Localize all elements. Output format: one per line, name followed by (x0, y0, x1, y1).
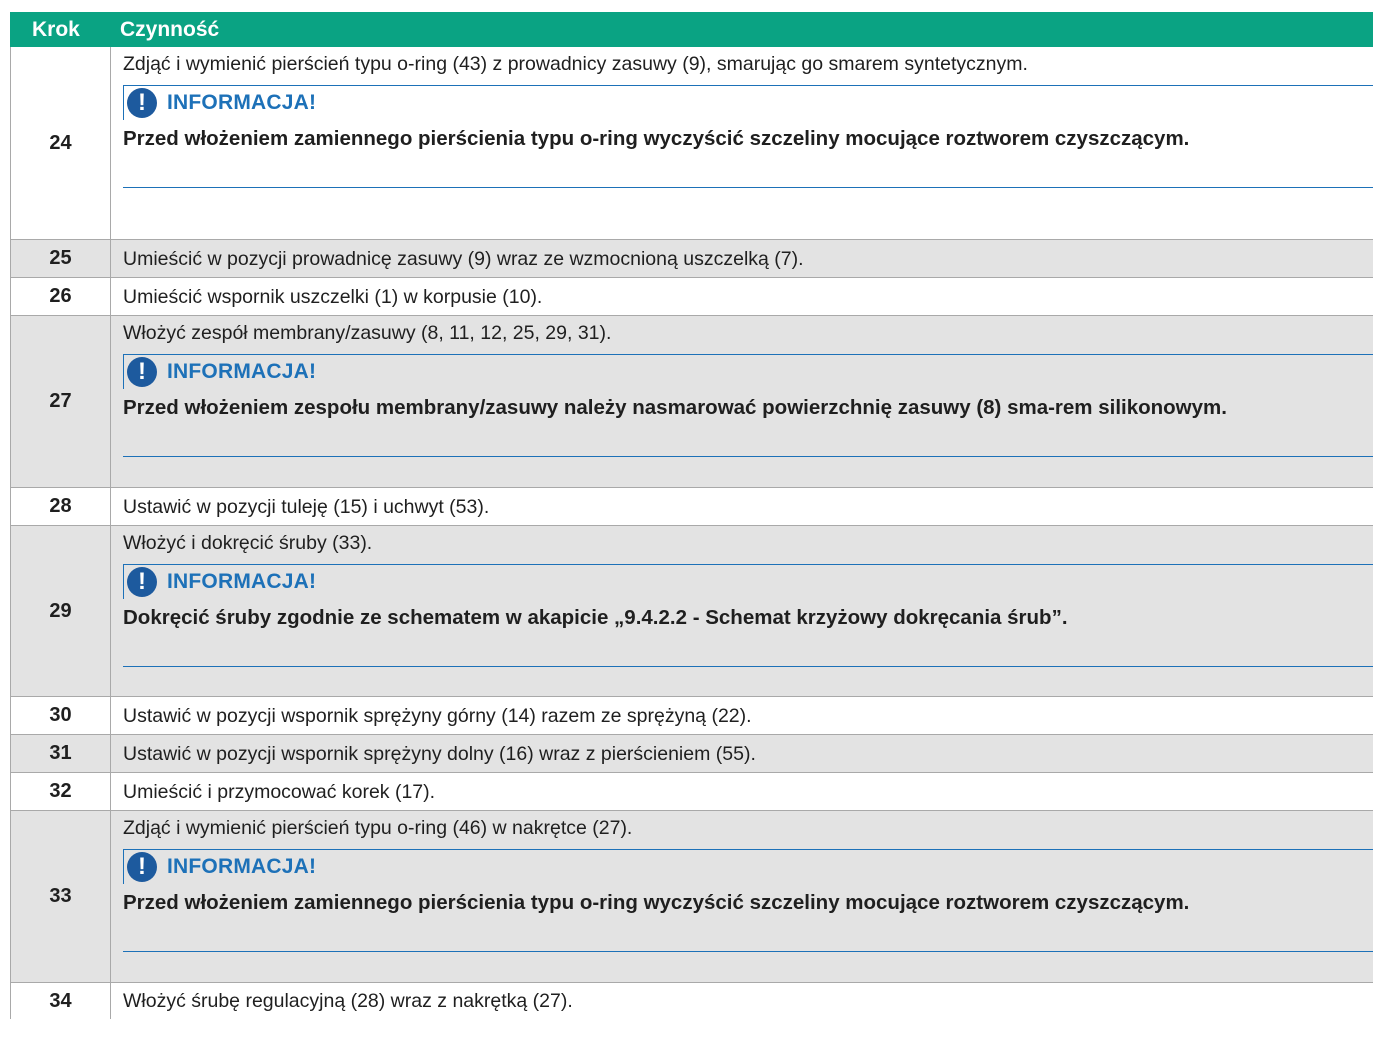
table-row: 34 Włożyć śrubę regulacyjną (28) wraz z … (10, 983, 1373, 1019)
action-text: Włożyć śrubę regulacyjną (28) wraz z nak… (123, 990, 573, 1012)
step-number: 33 (10, 811, 111, 982)
info-note-text: Dokręcić śruby zgodnie ze schematem w ak… (123, 599, 1373, 667)
info-note-header: ! INFORMACJA! (123, 564, 1373, 599)
info-note-header: ! INFORMACJA! (123, 354, 1373, 389)
exclamation-icon: ! (127, 357, 157, 387)
action-text: Umieścić w pozycji prowadnicę zasuwy (9)… (123, 247, 804, 270)
info-note-title: INFORMACJA! (167, 360, 317, 383)
action-cell: Włożyć zespół membrany/zasuwy (8, 11, 12… (111, 316, 1373, 487)
table-row: 33 Zdjąć i wymienić pierścień typu o-rin… (10, 811, 1373, 983)
exclamation-icon: ! (127, 88, 157, 118)
header-action: Czynność (120, 17, 220, 41)
table-row: 26 Umieścić wspornik uszczelki (1) w kor… (10, 278, 1373, 316)
action-text: Włożyć zespół membrany/zasuwy (8, 11, 12… (123, 322, 612, 344)
action-text: Umieścić wspornik uszczelki (1) w korpus… (123, 285, 543, 308)
info-note-text: Przed włożeniem zespołu membrany/zasuwy … (123, 389, 1373, 457)
table-row: 32 Umieścić i przymocować korek (17). (10, 773, 1373, 811)
action-cell: Włożyć i dokręcić śruby (33). ! INFORMAC… (111, 526, 1373, 696)
table-row: 31 Ustawić w pozycji wspornik sprężyny d… (10, 735, 1373, 773)
exclamation-icon: ! (127, 567, 157, 597)
action-text: Ustawić w pozycji wspornik sprężyny doln… (123, 742, 756, 765)
info-note-header: ! INFORMACJA! (123, 85, 1373, 120)
action-cell: Zdjąć i wymienić pierścień typu o-ring (… (111, 47, 1373, 239)
header-step: Krok (32, 17, 80, 41)
step-number: 25 (10, 240, 111, 277)
step-number: 32 (10, 773, 111, 810)
step-number: 27 (10, 316, 111, 487)
table-row: 24 Zdjąć i wymienić pierścień typu o-rin… (10, 47, 1373, 240)
info-note-title: INFORMACJA! (167, 91, 317, 114)
table-header: Krok Czynność (10, 12, 1373, 47)
action-text: Zdjąć i wymienić pierścień typu o-ring (… (123, 817, 633, 839)
table-row: 28 Ustawić w pozycji tuleję (15) i uchwy… (10, 488, 1373, 526)
exclamation-icon: ! (127, 852, 157, 882)
step-number: 29 (10, 526, 111, 696)
info-note-header: ! INFORMACJA! (123, 849, 1373, 884)
action-text: Zdjąć i wymienić pierścień typu o-ring (… (123, 53, 1028, 75)
info-note-title: INFORMACJA! (167, 855, 317, 878)
table-row: 27 Włożyć zespół membrany/zasuwy (8, 11,… (10, 316, 1373, 488)
step-number: 24 (10, 47, 111, 239)
action-text: Ustawić w pozycji tuleję (15) i uchwyt (… (123, 495, 490, 518)
action-cell: Ustawić w pozycji tuleję (15) i uchwyt (… (111, 488, 1373, 525)
table-row: 25 Umieścić w pozycji prowadnicę zasuwy … (10, 240, 1373, 278)
table-row: 29 Włożyć i dokręcić śruby (33). ! INFOR… (10, 526, 1373, 697)
action-cell: Zdjąć i wymienić pierścień typu o-ring (… (111, 811, 1373, 982)
action-cell: Ustawić w pozycji wspornik sprężyny doln… (111, 735, 1373, 772)
steps-table: Krok Czynność 24 Zdjąć i wymienić pierśc… (10, 12, 1373, 1019)
info-note-text: Przed włożeniem zamiennego pierścienia t… (123, 120, 1373, 188)
action-cell: Umieścić i przymocować korek (17). (111, 773, 1373, 810)
table-row: 30 Ustawić w pozycji wspornik sprężyny g… (10, 697, 1373, 735)
info-note-text: Przed włożeniem zamiennego pierścienia t… (123, 884, 1373, 952)
info-note-title: INFORMACJA! (167, 570, 317, 593)
action-text: Umieścić i przymocować korek (17). (123, 780, 436, 803)
step-number: 31 (10, 735, 111, 772)
action-cell: Ustawić w pozycji wspornik sprężyny górn… (111, 697, 1373, 734)
action-text: Ustawić w pozycji wspornik sprężyny górn… (123, 704, 752, 727)
action-cell: Umieścić wspornik uszczelki (1) w korpus… (111, 278, 1373, 315)
step-number: 30 (10, 697, 111, 734)
action-cell: Umieścić w pozycji prowadnicę zasuwy (9)… (111, 240, 1373, 277)
step-number: 26 (10, 278, 111, 315)
step-number: 28 (10, 488, 111, 525)
action-text: Włożyć i dokręcić śruby (33). (123, 532, 373, 554)
action-cell: Włożyć śrubę regulacyjną (28) wraz z nak… (111, 983, 1373, 1019)
step-number: 34 (10, 983, 111, 1019)
